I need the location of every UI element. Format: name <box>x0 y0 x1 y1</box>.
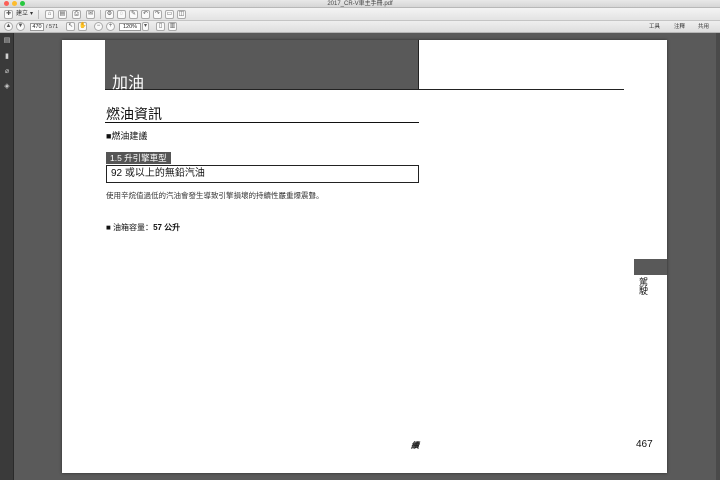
main-toolbar: ✚ 建立 ▾ ⌂ ▤ ⎙ ✉ ⚙ ◌ ✎ ↶ ↷ ▭ ◫ <box>0 8 720 21</box>
tank-capacity: ■ 油箱容量：57 公升 <box>106 222 180 233</box>
toolbar-divider <box>38 10 39 19</box>
continued-marker: 續 <box>411 441 419 450</box>
undo-icon[interactable]: ↶ <box>141 10 150 19</box>
navigation-toolbar: ▲ ▼ 470 / 571 ↖ ✋ − + 120% ▾ ▯ ▥ 工具 注釋 共… <box>0 21 720 33</box>
attachments-icon[interactable]: ⌀ <box>3 68 11 76</box>
create-icon[interactable]: ✚ <box>4 10 13 19</box>
fullscreen-icon[interactable]: ◫ <box>177 10 186 19</box>
page-up-icon[interactable]: ▲ <box>4 22 13 31</box>
capacity-value: 57 公升 <box>153 223 181 232</box>
fit-icon[interactable]: ▭ <box>165 10 174 19</box>
title-bar: 2017_CR-V車主手冊.pdf <box>0 0 720 8</box>
zoom-out-icon[interactable]: − <box>94 22 103 31</box>
page-number: 467 <box>636 439 653 450</box>
print-icon[interactable]: ⎙ <box>72 10 81 19</box>
pdf-page: 加油 燃油資訊 ■燃油建議 1.5 升引擎車型 92 或以上的無鉛汽油 使用辛烷… <box>62 40 667 473</box>
email-icon[interactable]: ✉ <box>86 10 95 19</box>
redo-icon[interactable]: ↷ <box>153 10 162 19</box>
header-rule <box>105 89 624 90</box>
zoom-dropdown-chevron-icon[interactable]: ▾ <box>142 22 149 31</box>
tools-tab[interactable]: 工具 <box>649 23 660 31</box>
page-thumbnails-icon[interactable]: ▤ <box>3 37 11 45</box>
window-title: 2017_CR-V車主手冊.pdf <box>327 1 393 7</box>
zoom-in-icon[interactable]: + <box>106 22 115 31</box>
left-sidebar: ▤ ▮ ⌀ ◈ <box>0 33 14 480</box>
right-scroll-edge[interactable] <box>716 33 720 480</box>
comment-tab[interactable]: 注釋 <box>674 23 685 31</box>
hand-tool-icon[interactable]: ✋ <box>78 22 87 31</box>
fuel-note: 使用辛烷值過低的汽油會發生導致引擎損壞的持續性嚴重爆震聲。 <box>106 191 324 200</box>
scroll-mode-icon[interactable]: ▥ <box>168 22 177 31</box>
section-title: 燃油資訊 <box>106 107 162 123</box>
capacity-label: ■ 油箱容量： <box>106 223 154 232</box>
page-total: / 571 <box>46 24 59 30</box>
chapter-header-band <box>105 40 418 89</box>
page-number-input[interactable]: 470 <box>30 23 44 31</box>
section-rule <box>105 122 419 123</box>
sub-title: ■燃油建議 <box>106 131 148 141</box>
toolbar-divider <box>100 10 101 19</box>
select-cursor-icon[interactable]: ↖ <box>66 22 75 31</box>
engine-tag: 1.5 升引擎車型 <box>106 152 171 164</box>
section-side-tab <box>634 259 667 275</box>
share-tab[interactable]: 共用 <box>698 23 709 31</box>
header-divider <box>418 40 419 89</box>
bookmarks-icon[interactable]: ▮ <box>3 53 11 61</box>
create-dropdown-chevron-icon[interactable]: ▾ <box>29 10 34 19</box>
side-label: 駕駛 <box>638 277 648 295</box>
highlight-icon[interactable]: ✎ <box>129 10 138 19</box>
gear-icon[interactable]: ⚙ <box>105 10 114 19</box>
comment-icon[interactable]: ◌ <box>117 10 126 19</box>
fuel-recommendation: 92 或以上的無鉛汽油 <box>106 165 419 183</box>
chapter-title: 加油 <box>112 73 145 92</box>
open-icon[interactable]: ⌂ <box>45 10 54 19</box>
create-button[interactable]: 建立 <box>15 10 29 19</box>
zoom-input[interactable]: 120% <box>119 23 141 31</box>
layers-icon[interactable]: ◈ <box>3 83 11 91</box>
fit-page-icon[interactable]: ▯ <box>156 22 165 31</box>
page-down-icon[interactable]: ▼ <box>16 22 25 31</box>
save-icon[interactable]: ▤ <box>58 10 67 19</box>
